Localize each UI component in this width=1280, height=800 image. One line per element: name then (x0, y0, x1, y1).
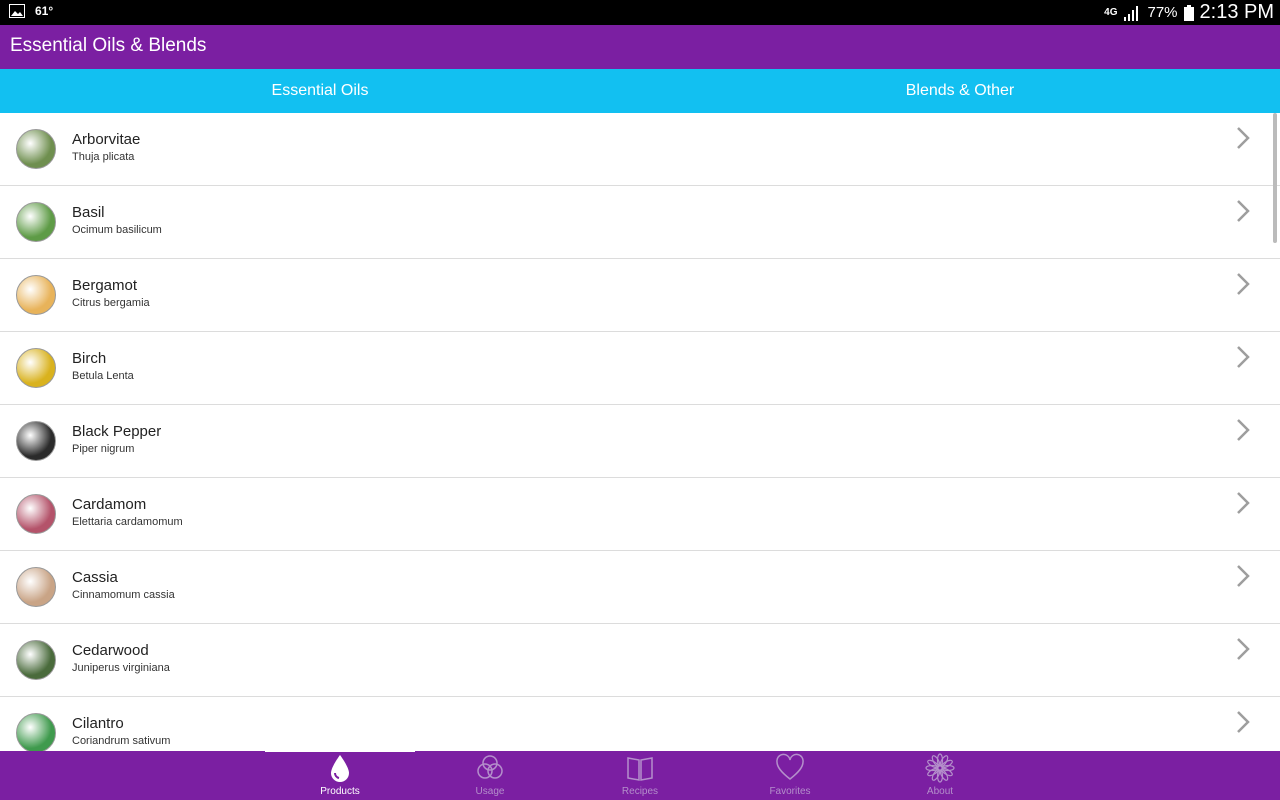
chevron-right-icon (1237, 492, 1250, 514)
oil-name: Cardamom (72, 496, 147, 513)
nav-favorites[interactable]: Favorites (715, 751, 865, 800)
oil-latin-name: Ocimum basilicum (72, 224, 162, 236)
list-item[interactable]: Basil Ocimum basilicum (0, 186, 1280, 259)
nav-label: Usage (475, 786, 505, 797)
nav-usage[interactable]: Usage (415, 751, 565, 800)
signal-icon (1124, 5, 1139, 21)
oil-latin-name: Piper nigrum (72, 443, 135, 455)
oil-name: Bergamot (72, 277, 138, 294)
list-item[interactable]: Birch Betula Lenta (0, 332, 1280, 405)
list-scrollbar[interactable] (1273, 113, 1277, 243)
chevron-right-icon (1237, 200, 1250, 222)
oil-latin-name: Elettaria cardamomum (72, 516, 183, 528)
oil-latin-name: Citrus bergamia (72, 297, 150, 309)
oil-name: Birch (72, 350, 107, 367)
oil-name: Cassia (72, 569, 118, 586)
list-item[interactable]: Cedarwood Juniperus virginiana (0, 624, 1280, 697)
oil-latin-name: Cinnamomum cassia (72, 589, 175, 601)
oil-name: Cilantro (72, 715, 124, 732)
oil-latin-name: Coriandrum sativum (72, 735, 171, 747)
heart-icon (776, 753, 804, 780)
list-item[interactable]: Cilantro Coriandrum sativum (0, 697, 1280, 751)
bottom-navigation: Products Usage Recipes Favorites About (0, 749, 1280, 800)
list-item[interactable]: Cardamom Elettaria cardamomum (0, 478, 1280, 551)
nav-about[interactable]: About (865, 751, 1015, 800)
oil-thumbnail (16, 640, 56, 680)
oil-thumbnail (16, 129, 56, 169)
oil-latin-name: Betula Lenta (72, 370, 134, 382)
chevron-right-icon (1237, 419, 1250, 441)
nav-products[interactable]: Products (265, 751, 415, 800)
oil-name: Black Pepper (72, 423, 162, 440)
chevron-right-icon (1237, 565, 1250, 587)
drop-icon (331, 755, 349, 782)
nav-label: Recipes (621, 786, 659, 797)
weather-temperature: 61° (35, 4, 54, 18)
oil-name: Basil (72, 204, 105, 221)
oil-thumbnail (16, 275, 56, 315)
chevron-right-icon (1237, 346, 1250, 368)
tab-essential-oils[interactable]: Essential Oils (0, 69, 640, 113)
app-title: Essential Oils & Blends (10, 35, 207, 56)
flower-icon (925, 753, 955, 783)
gallery-icon (9, 4, 25, 18)
oil-thumbnail (16, 348, 56, 388)
usage-circles-icon (477, 755, 503, 779)
chevron-right-icon (1237, 638, 1250, 660)
list-item[interactable]: Arborvitae Thuja plicata (0, 113, 1280, 186)
tab-blends-other[interactable]: Blends & Other (640, 69, 1280, 113)
oil-thumbnail (16, 421, 56, 461)
book-icon (627, 757, 653, 781)
oil-thumbnail (16, 713, 56, 751)
oil-thumbnail (16, 202, 56, 242)
chevron-right-icon (1237, 711, 1250, 733)
battery-icon (1183, 4, 1194, 21)
list-item[interactable]: Black Pepper Piper nigrum (0, 405, 1280, 478)
app-bar: Essential Oils & Blends (0, 25, 1280, 69)
network-type: 4G (1104, 7, 1118, 18)
chevron-right-icon (1237, 127, 1250, 149)
oil-name: Arborvitae (72, 131, 141, 148)
oil-latin-name: Juniperus virginiana (72, 662, 170, 674)
battery-level: 77% (1147, 4, 1178, 21)
chevron-right-icon (1237, 273, 1250, 295)
oil-name: Cedarwood (72, 642, 149, 659)
list-item[interactable]: Cassia Cinnamomum cassia (0, 551, 1280, 624)
nav-label: About (926, 786, 954, 797)
nav-recipes[interactable]: Recipes (565, 751, 715, 800)
category-tabs: Essential Oils Blends & Other (0, 69, 1280, 113)
status-bar: 61° 4G 77% 2:13 PM (0, 0, 1280, 25)
nav-label: Favorites (769, 786, 811, 797)
clock: 2:13 PM (1199, 1, 1274, 23)
oil-list[interactable]: Arborvitae Thuja plicata Basil Ocimum ba… (0, 113, 1280, 751)
list-item[interactable]: Bergamot Citrus bergamia (0, 259, 1280, 332)
oil-thumbnail (16, 567, 56, 607)
nav-label: Products (320, 786, 360, 797)
oil-latin-name: Thuja plicata (72, 151, 135, 163)
oil-thumbnail (16, 494, 56, 534)
